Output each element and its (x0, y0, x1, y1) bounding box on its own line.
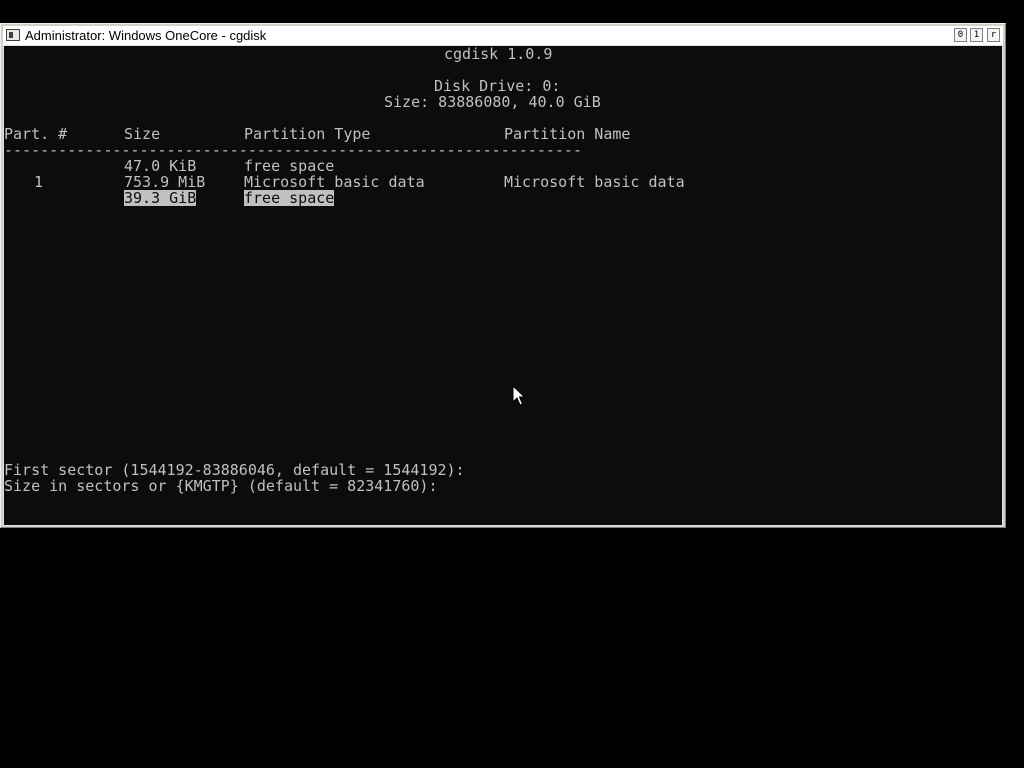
size-sectors-prompt[interactable]: Size in sectors or {KMGTP} (default = 82… (4, 478, 437, 494)
column-header-partition-type: Partition Type (244, 125, 371, 143)
disk-drive-label: Disk Drive: 0: (434, 77, 561, 95)
partition-type: Microsoft basic data (244, 173, 425, 191)
partition-size: 39.3 GiB (124, 189, 197, 207)
mouse-pointer-icon (512, 385, 526, 406)
disk-size-label: Size: 83886080, 40.0 GiB (384, 93, 601, 111)
header-separator: ----------------------------------------… (4, 141, 582, 159)
partition-type: free space (244, 157, 335, 175)
console-app-icon[interactable] (6, 29, 20, 41)
partition-type: free space (244, 189, 335, 207)
close-button[interactable]: r (987, 28, 1000, 42)
window-title: Administrator: Windows OneCore - cgdisk (25, 28, 267, 43)
console-window: Administrator: Windows OneCore - cgdisk … (0, 23, 1006, 528)
column-header-partition-name: Partition Name (504, 125, 631, 143)
partition-name: Microsoft basic data (504, 173, 685, 191)
console-output[interactable]: cgdisk 1.0.9 Disk Drive: 0: Size: 838860… (3, 45, 1003, 526)
first-sector-prompt: First sector (1544192-83886046, default … (4, 461, 465, 479)
maximize-button[interactable]: 1 (970, 28, 983, 42)
title-bar[interactable]: Administrator: Windows OneCore - cgdisk … (3, 26, 1003, 45)
partition-size: 753.9 MiB (124, 173, 206, 191)
partition-size: 47.0 KiB (124, 157, 197, 175)
minimize-button[interactable]: 0 (954, 28, 967, 42)
partition-number: 1 (34, 173, 44, 191)
column-header-part-number: Part. # (4, 125, 68, 143)
column-header-size: Size (124, 125, 161, 143)
program-version: cgdisk 1.0.9 (444, 45, 553, 63)
